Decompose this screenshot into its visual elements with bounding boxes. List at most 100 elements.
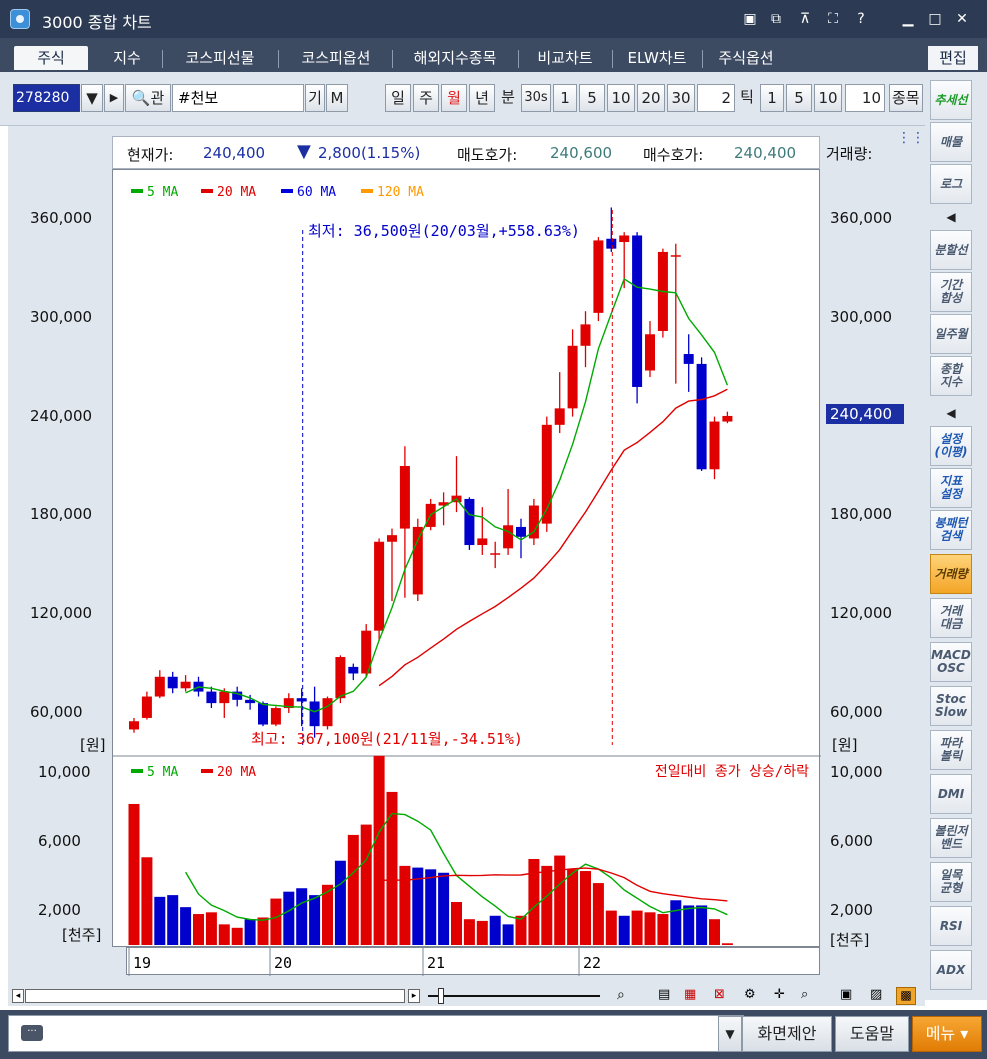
tool-icon[interactable]: ▩ (896, 987, 916, 1005)
fullscreen-icon[interactable]: ⛶ (823, 9, 843, 29)
tab-stock[interactable]: 주식 (14, 46, 88, 70)
indicator-button[interactable]: 거래 대금 (930, 598, 972, 638)
gi-button[interactable]: 기 (305, 84, 325, 112)
legend-swatch (201, 769, 213, 773)
code-dropdown-icon[interactable]: ▼ (81, 84, 103, 112)
tool-icon[interactable]: ⊠ (714, 987, 725, 1002)
indicator-button[interactable]: RSI (930, 906, 972, 946)
tool-icon[interactable]: ▤ (658, 987, 670, 1002)
indicator-button[interactable]: 분할선 (930, 230, 972, 270)
candle-body (322, 698, 333, 727)
minute-20-button[interactable]: 20 (637, 84, 665, 112)
chat-dropdown-icon[interactable]: ▼ (718, 1016, 742, 1052)
volume-bar (631, 910, 643, 945)
indicator-button[interactable]: 매물 (930, 122, 972, 162)
app-logo-icon (10, 9, 30, 29)
tab-stock-options[interactable]: 주식옵션 (706, 46, 786, 70)
current-price-tag: 240,400 (826, 404, 904, 424)
indicator-button[interactable]: 지표 설정 (930, 468, 972, 508)
tick-1-button[interactable]: 1 (760, 84, 784, 112)
candle-body (399, 466, 410, 529)
candle-body (516, 526, 526, 537)
scroll-right-icon[interactable]: ▸ (408, 989, 420, 1003)
m-button[interactable]: M (326, 84, 348, 112)
stock-code-input[interactable]: 278280 (13, 84, 80, 112)
tab-elw-chart[interactable]: ELW차트 (616, 46, 698, 70)
tool-icon[interactable]: ▣ (840, 987, 852, 1002)
zoom-icon[interactable]: ⌕ (617, 987, 625, 1003)
menu-label: 메뉴 (925, 1024, 956, 1043)
tick-10-button[interactable]: 10 (814, 84, 842, 112)
indicator-button[interactable]: 추세선 (930, 80, 972, 120)
minute-5-button[interactable]: 5 (579, 84, 605, 112)
period-day-button[interactable]: 일 (385, 84, 411, 112)
panel-collapse-icon[interactable]: ◀ (930, 402, 972, 424)
tool-icon[interactable]: ▦ (684, 987, 696, 1002)
period-week-button[interactable]: 주 (413, 84, 439, 112)
minute-1-button[interactable]: 1 (553, 84, 577, 112)
indicator-button[interactable]: 종합 지수 (930, 356, 972, 396)
candle-body (606, 238, 617, 249)
ask-value: 240,600 (550, 144, 613, 162)
tab-kospi-options[interactable]: 코스피옵션 (282, 46, 390, 70)
tab-overseas-index[interactable]: 해외지수종목 (396, 46, 514, 70)
scroll-left-icon[interactable]: ◂ (12, 989, 24, 1003)
tab-kospi-futures[interactable]: 코스피선물 (166, 46, 274, 70)
panel-collapse-icon[interactable]: ◀ (930, 206, 972, 228)
tick-custom-input[interactable]: 10 (845, 84, 885, 112)
minimize-icon[interactable]: ▁ (898, 9, 918, 29)
indicator-button[interactable]: 파라 볼릭 (930, 730, 972, 770)
zoom-slider-track[interactable] (428, 995, 600, 997)
candle-body (670, 255, 681, 257)
quote-settings-icon[interactable]: ⋮⋮ (897, 130, 925, 146)
zoom-slider-handle[interactable] (438, 988, 444, 1004)
tick-5-button[interactable]: 5 (786, 84, 812, 112)
pin-icon[interactable]: ⊼ (795, 9, 815, 29)
help-button[interactable]: 도움말 (835, 1016, 909, 1052)
volume-bar (567, 869, 579, 945)
edit-button[interactable]: 편집 (928, 46, 978, 70)
minute-custom-input[interactable]: 2 (697, 84, 735, 112)
tab-compare-chart[interactable]: 비교차트 (522, 46, 608, 70)
indicator-button[interactable]: 설정 (이평) (930, 426, 972, 466)
x-axis-svg: 19 20 21 22 (128, 948, 601, 976)
copy-window-icon[interactable]: ⧉ (766, 9, 786, 29)
screen-number-icon[interactable]: ▣ (740, 9, 760, 29)
maximize-icon[interactable]: □ (925, 9, 945, 29)
x-tick-label: 22 (583, 954, 601, 972)
minute-30s-button[interactable]: 30s (521, 84, 551, 112)
price-y-tick-right: 180,000 (830, 505, 893, 524)
indicator-button[interactable]: 로그 (930, 164, 972, 204)
indicator-button[interactable]: DMI (930, 774, 972, 814)
stock-list-button[interactable]: 종목 (889, 84, 923, 112)
menu-button[interactable]: 메뉴 ▾ (912, 1016, 982, 1052)
indicator-button[interactable]: 일목 균형 (930, 862, 972, 902)
indicator-button[interactable]: ADX (930, 950, 972, 990)
close-icon[interactable]: ✕ (952, 9, 972, 29)
stock-name-field[interactable]: #천보 (172, 84, 304, 112)
tab-index[interactable]: 지수 (96, 46, 158, 70)
period-year-button[interactable]: 년 (469, 84, 495, 112)
search-button[interactable]: 🔍관 (125, 84, 171, 112)
indicator-button[interactable]: Stoc Slow (930, 686, 972, 726)
next-code-icon[interactable]: ▶ (104, 84, 124, 112)
indicator-button[interactable]: 볼린저 밴드 (930, 818, 972, 858)
indicator-button[interactable]: 일주월 (930, 314, 972, 354)
legend-swatch (131, 189, 143, 193)
indicator-button[interactable]: MACD OSC (930, 642, 972, 682)
indicator-button[interactable]: 봉패턴 검색 (930, 510, 972, 550)
chat-input[interactable]: ··· (8, 1015, 744, 1052)
crosshair-icon[interactable]: ✛ (774, 987, 785, 1002)
magnify-icon[interactable]: ⌕ (801, 987, 808, 1002)
period-month-button[interactable]: 월 (441, 84, 467, 112)
volume-y-tick-right: 10,000 (830, 763, 883, 781)
horizontal-scrollbar[interactable] (25, 989, 405, 1003)
indicator-button[interactable]: 거래량 (930, 554, 972, 594)
tool-icon[interactable]: ⚙ (744, 987, 756, 1002)
minute-30-button[interactable]: 30 (667, 84, 695, 112)
minute-10-button[interactable]: 10 (607, 84, 635, 112)
indicator-button[interactable]: 기간 합성 (930, 272, 972, 312)
tool-icon[interactable]: ▨ (870, 987, 882, 1002)
help-icon[interactable]: ? (851, 9, 871, 29)
screen-limit-button[interactable]: 화면제안 (742, 1016, 832, 1052)
